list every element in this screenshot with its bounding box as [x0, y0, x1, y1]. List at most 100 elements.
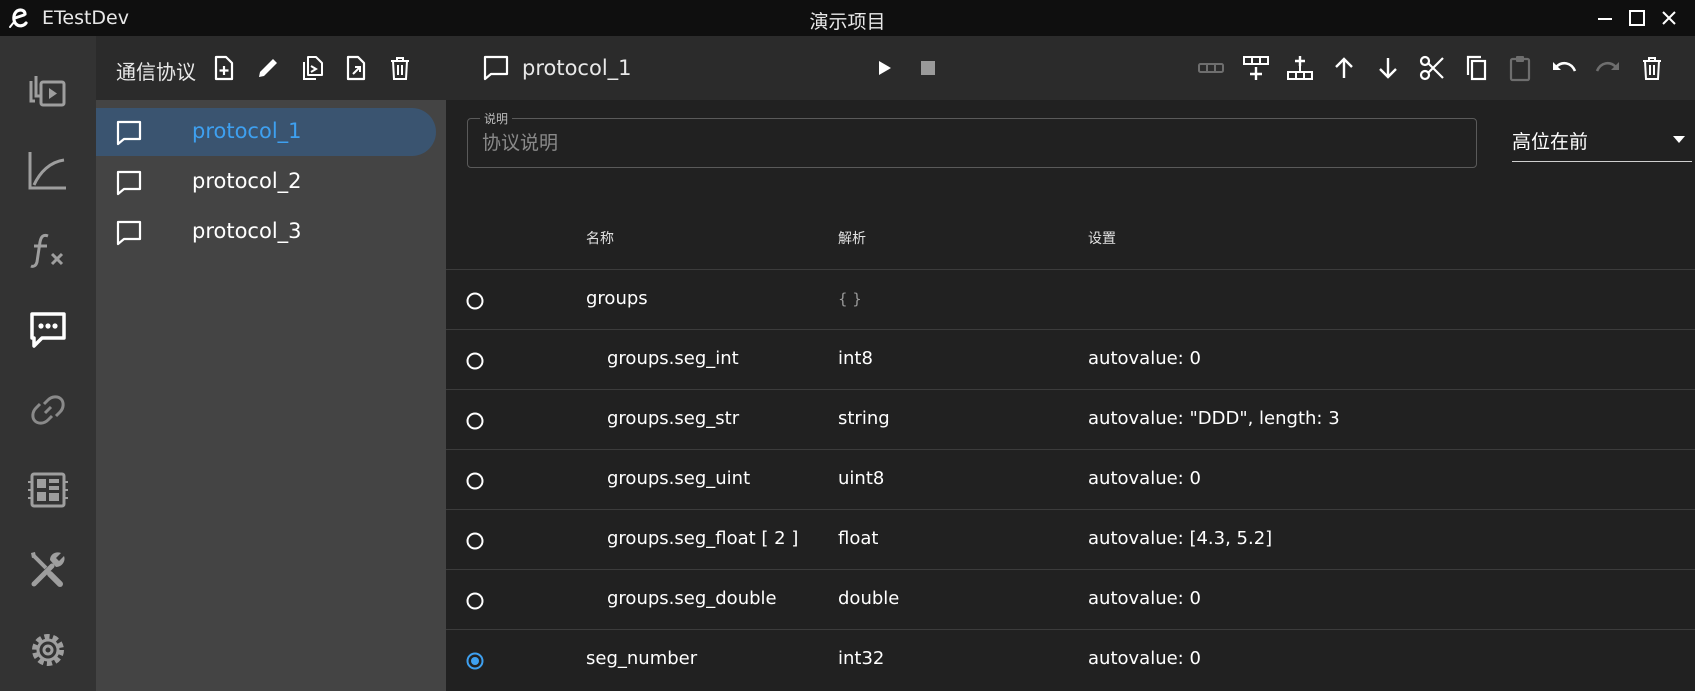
insert-child-button[interactable] — [1240, 52, 1272, 84]
protocol-item[interactable]: protocol_1 — [96, 108, 436, 156]
undo-button[interactable] — [1548, 52, 1580, 84]
table-row[interactable]: groups.seg_double double autovalue: 0 — [446, 570, 1695, 630]
radio-unselected-icon[interactable] — [466, 352, 484, 370]
table-row[interactable]: groups.seg_float [ 2 ] float autovalue: … — [446, 510, 1695, 570]
delete-field-button[interactable] — [1636, 52, 1668, 84]
activity-run-button[interactable] — [0, 50, 96, 130]
protocol-panel: 通信协议 protocol_1 protocol_2 protocol_3 — [96, 36, 446, 691]
activity-bar — [0, 36, 96, 691]
tools-icon — [31, 552, 65, 587]
protocol-item-label: protocol_2 — [192, 169, 302, 193]
activity-settings-button[interactable] — [0, 610, 96, 690]
protocol-panel-header: 通信协议 — [96, 36, 446, 100]
copy-icon — [1466, 55, 1487, 81]
comment-icon — [116, 170, 142, 196]
redo-button[interactable] — [1592, 52, 1624, 84]
new-protocol-button[interactable] — [208, 52, 240, 84]
activity-chart-button[interactable] — [0, 130, 96, 210]
move-down-button[interactable] — [1372, 52, 1404, 84]
field-parse: { } — [838, 290, 862, 308]
insert-sibling-button[interactable] — [1284, 52, 1316, 84]
field-settings: autovalue: 0 — [1088, 648, 1201, 669]
table-row[interactable]: groups.seg_int int8 autovalue: 0 — [446, 330, 1695, 390]
description-label: 说明 — [480, 110, 513, 127]
rename-protocol-button[interactable] — [252, 52, 284, 84]
run-button[interactable] — [868, 52, 900, 84]
activity-protocol-button[interactable] — [0, 290, 96, 370]
description-field: 说明 — [467, 110, 1477, 168]
trash-icon — [1643, 57, 1661, 80]
table-row[interactable]: groups { } — [446, 270, 1695, 330]
copy-protocol-button[interactable] — [296, 52, 328, 84]
link-icon — [31, 395, 65, 425]
field-parse: double — [838, 588, 900, 609]
move-up-button[interactable] — [1328, 52, 1360, 84]
copy-button[interactable] — [1460, 52, 1492, 84]
collapse-button[interactable] — [1195, 52, 1227, 84]
stop-icon — [921, 61, 935, 75]
activity-function-button[interactable] — [0, 210, 96, 290]
insert-sibling-icon — [1287, 56, 1313, 80]
settings-icon — [32, 634, 64, 666]
board-icon — [28, 472, 68, 508]
cut-button[interactable] — [1416, 52, 1448, 84]
field-name: groups.seg_double — [607, 588, 777, 609]
import-file-icon — [346, 55, 366, 81]
function-icon — [30, 233, 64, 268]
activity-board-button[interactable] — [0, 450, 96, 530]
radio-unselected-icon[interactable] — [466, 532, 484, 550]
table-row[interactable]: groups.seg_uint uint8 autovalue: 0 — [446, 450, 1695, 510]
field-parse: uint8 — [838, 468, 885, 489]
column-header-name: 名称 — [586, 231, 614, 247]
close-window-button[interactable] — [1655, 4, 1683, 32]
delete-protocol-button[interactable] — [384, 52, 416, 84]
protocol-editor: protocol_1 说明 协议说明 高位在前 名称 解析 设置 groups … — [446, 36, 1695, 691]
layers-play-icon — [29, 76, 66, 107]
stop-button[interactable] — [912, 52, 944, 84]
editor-toolbar: protocol_1 — [446, 36, 1695, 100]
insert-child-icon — [1243, 56, 1269, 80]
caret-down-icon — [1673, 136, 1685, 143]
minimize-button[interactable] — [1591, 4, 1619, 32]
maximize-icon — [1629, 10, 1645, 26]
import-protocol-button[interactable] — [340, 52, 372, 84]
field-name: groups.seg_uint — [607, 468, 751, 489]
radio-selected-icon[interactable] — [466, 652, 484, 670]
radio-unselected-icon[interactable] — [466, 412, 484, 430]
chart-line-icon — [28, 152, 66, 190]
collapse-icon — [1198, 63, 1224, 73]
table-header: 名称 解析 设置 — [446, 210, 1695, 270]
maximize-button[interactable] — [1623, 4, 1651, 32]
field-name: groups.seg_float [ 2 ] — [607, 528, 799, 549]
field-settings: autovalue: 0 — [1088, 348, 1201, 369]
close-icon — [1662, 11, 1676, 25]
trash-icon — [391, 57, 409, 80]
protocol-item[interactable]: protocol_2 — [96, 158, 436, 206]
new-file-icon — [214, 55, 234, 81]
radio-unselected-icon[interactable] — [466, 292, 484, 310]
arrow-up-icon — [1335, 57, 1353, 78]
protocol-item-label: protocol_1 — [192, 119, 302, 143]
byte-order-select[interactable]: 高位在前 — [1512, 118, 1692, 162]
column-header-parse: 解析 — [838, 231, 866, 247]
protocol-item[interactable]: protocol_3 — [96, 208, 436, 256]
activity-link-button[interactable] — [0, 370, 96, 450]
field-settings: autovalue: [4.3, 5.2] — [1088, 528, 1273, 549]
table-row[interactable]: seg_number int32 autovalue: 0 — [446, 630, 1695, 690]
activity-tools-button[interactable] — [0, 530, 96, 610]
description-input[interactable] — [482, 129, 1462, 157]
table-row[interactable]: groups.seg_str string autovalue: "DDD", … — [446, 390, 1695, 450]
field-name: seg_number — [586, 648, 698, 669]
radio-unselected-icon[interactable] — [466, 472, 484, 490]
field-settings: autovalue: 0 — [1088, 468, 1201, 489]
comment-icon — [116, 120, 142, 146]
paste-button[interactable] — [1504, 52, 1536, 84]
field-parse: int8 — [838, 348, 873, 369]
comment-icon — [483, 55, 509, 81]
paste-icon — [1509, 56, 1531, 82]
message-protocol-icon — [30, 312, 66, 348]
radio-unselected-icon[interactable] — [466, 592, 484, 610]
undo-icon — [1553, 61, 1577, 72]
play-icon — [879, 61, 891, 75]
editor-title: protocol_1 — [522, 56, 632, 80]
